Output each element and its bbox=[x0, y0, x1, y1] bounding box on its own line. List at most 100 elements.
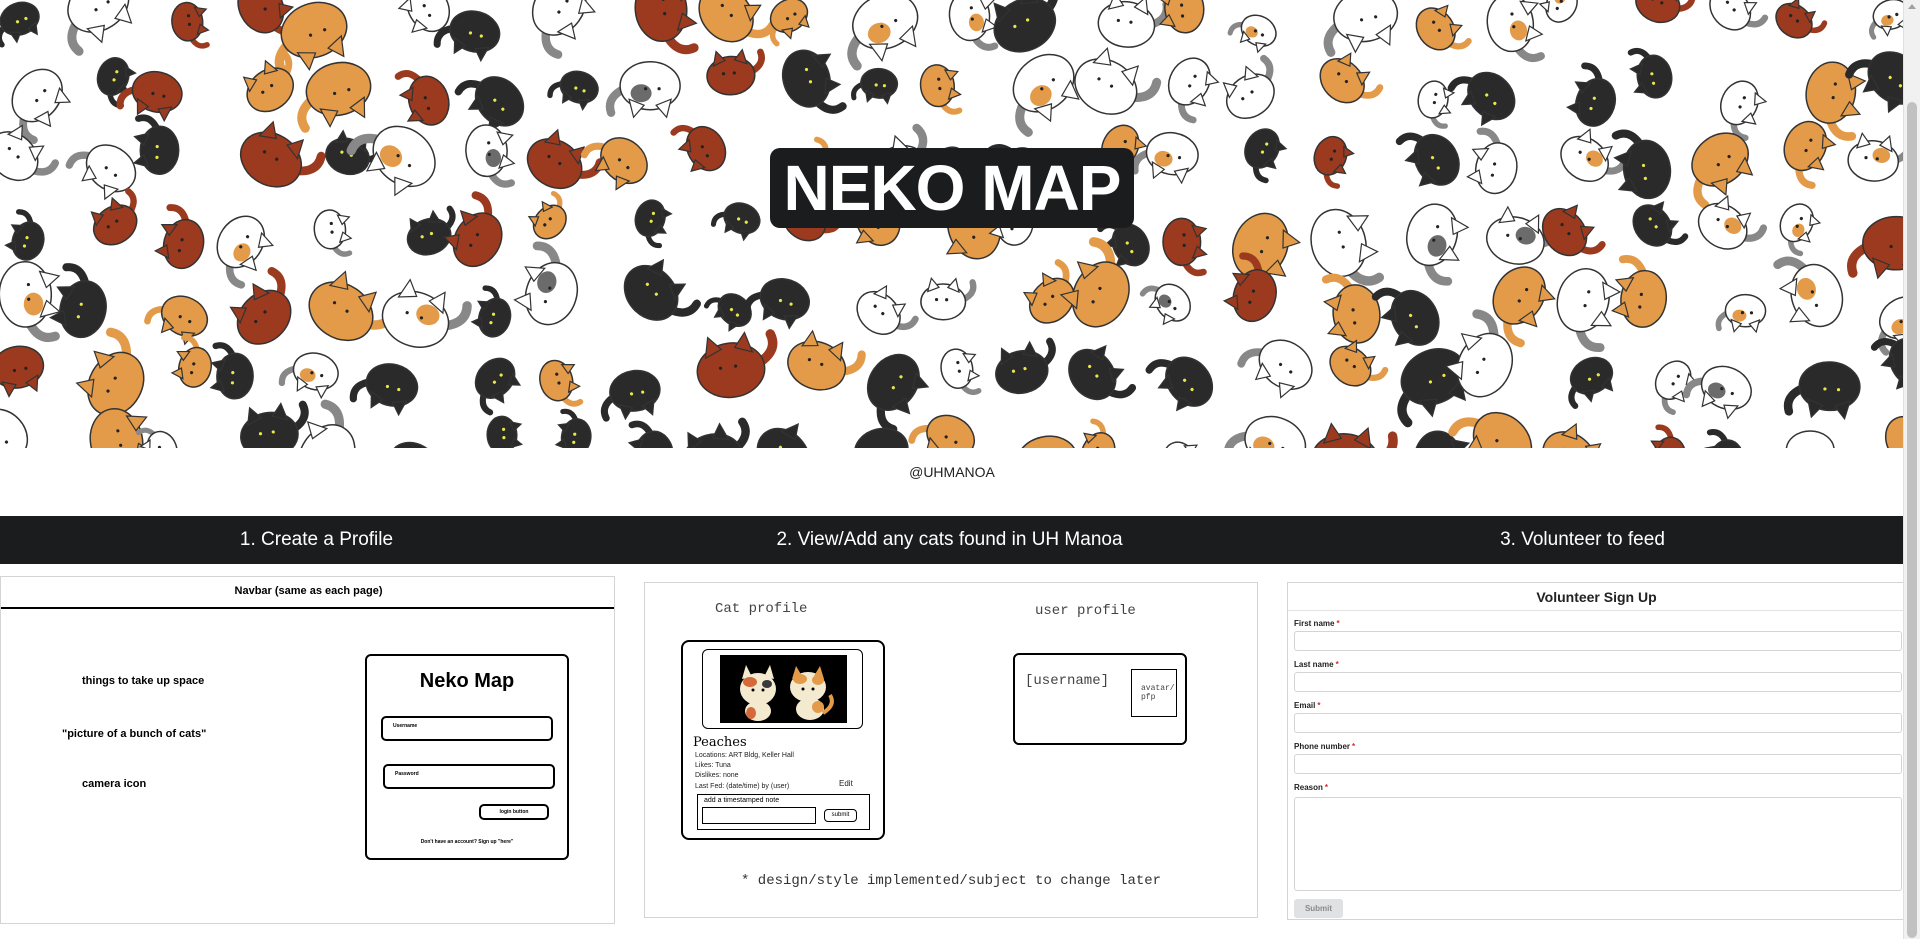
cat-doodle bbox=[948, 0, 999, 51]
cat-doodle bbox=[239, 120, 326, 188]
cat-doodle bbox=[1650, 424, 1687, 448]
cat-doodle bbox=[634, 199, 673, 249]
scroll-up-arrow-icon[interactable] bbox=[1908, 4, 1916, 9]
username-field-sketch: Username bbox=[381, 716, 553, 741]
cat-doodle bbox=[1413, 430, 1471, 448]
cat-doodle bbox=[1847, 131, 1904, 182]
cat-doodle bbox=[1323, 0, 1399, 57]
cat-doodle bbox=[908, 414, 975, 448]
navbar-label: Navbar (same as each page) bbox=[234, 585, 383, 597]
cat-doodle bbox=[1237, 339, 1313, 399]
cat-doodle bbox=[1227, 14, 1277, 54]
cat-doodle bbox=[1329, 339, 1389, 387]
cat-doodle bbox=[171, 1, 210, 49]
cat-doodle bbox=[526, 128, 604, 190]
cat-doodle bbox=[847, 0, 919, 71]
cat-doodle bbox=[1635, 0, 1696, 24]
cat-doodle bbox=[1783, 361, 1861, 421]
cat-doodle bbox=[474, 357, 522, 416]
cat-doodle bbox=[1627, 47, 1673, 99]
cat-doodle bbox=[710, 202, 761, 242]
cat-doodle bbox=[209, 342, 254, 400]
cat-doodle bbox=[1785, 430, 1835, 448]
cat-doodle bbox=[1167, 57, 1220, 124]
cat-doodle bbox=[756, 423, 811, 448]
cat-doodle bbox=[1162, 217, 1208, 277]
cat-doodle bbox=[11, 68, 72, 144]
cat-doodle bbox=[1773, 256, 1844, 328]
reason-textarea[interactable] bbox=[1294, 797, 1902, 891]
cat-doodle bbox=[527, 190, 567, 240]
cat-doodle bbox=[242, 49, 294, 113]
cat-doodle bbox=[1566, 62, 1617, 127]
cat-name: Peaches bbox=[693, 735, 747, 750]
last-name-input[interactable] bbox=[1294, 672, 1902, 692]
cat-doodle bbox=[706, 48, 765, 96]
cat-doodle bbox=[1097, 0, 1171, 48]
cat-doodle bbox=[993, 0, 1059, 53]
cat-doodle bbox=[670, 124, 727, 173]
login-title: Neko Map bbox=[419, 670, 515, 692]
hero-banner: NEKO MAP bbox=[0, 0, 1904, 448]
cat-doodle bbox=[1371, 287, 1440, 346]
cat-doodle bbox=[1074, 46, 1162, 115]
cat-doodle bbox=[153, 204, 205, 270]
cat-photo bbox=[720, 655, 847, 723]
cat-dislikes: Dislikes: none bbox=[695, 772, 739, 779]
first-name-input[interactable] bbox=[1294, 631, 1902, 651]
cat-doodle bbox=[850, 67, 899, 105]
cat-doodle bbox=[1222, 54, 1275, 120]
cat-doodle bbox=[470, 285, 512, 338]
user-card-sketch: [username] avatar/ pfp bbox=[1013, 653, 1187, 745]
cat-doodle bbox=[1568, 356, 1614, 410]
volunteer-signup-form: Volunteer Sign Up First name * Last name *… bbox=[1287, 582, 1904, 920]
cat-doodle bbox=[1145, 356, 1214, 412]
phone-input[interactable] bbox=[1294, 754, 1902, 774]
step-volunteer: 3. Volunteer to feed bbox=[1500, 529, 1665, 550]
cat-doodle bbox=[465, 124, 516, 188]
avatar-placeholder: avatar/ pfp bbox=[1131, 669, 1177, 717]
cat-doodle bbox=[406, 205, 456, 256]
cat-doodle bbox=[394, 70, 450, 126]
page-scrollbar[interactable] bbox=[1903, 0, 1920, 939]
cat-doodle bbox=[1448, 411, 1533, 448]
password-field-sketch: Password bbox=[383, 764, 555, 789]
cat-photo-frame bbox=[702, 649, 863, 729]
cat-doodle bbox=[627, 420, 674, 448]
cat-doodle bbox=[67, 0, 133, 56]
cat-doodle bbox=[1162, 441, 1199, 448]
cat-doodle bbox=[781, 49, 847, 114]
scrollbar-thumb[interactable] bbox=[1907, 102, 1917, 938]
cat-doodle bbox=[920, 276, 977, 321]
cat-doodle bbox=[1395, 132, 1460, 187]
cat-doodle bbox=[1311, 422, 1398, 448]
cat-doodle bbox=[1466, 127, 1518, 195]
cat-doodle bbox=[381, 278, 472, 348]
hint-text: things to take up space bbox=[82, 675, 205, 687]
cat-doodle bbox=[389, 441, 439, 448]
cat-doodle bbox=[1719, 80, 1768, 141]
steps-bar: 1. Create a Profile 2. View/Add any cats… bbox=[0, 516, 1904, 564]
cat-doodle bbox=[397, 0, 451, 34]
cat-doodle bbox=[1068, 344, 1137, 401]
cat-doodle bbox=[486, 415, 524, 448]
cat-last-fed: Last Fed: (date/time) by (user) bbox=[695, 783, 790, 790]
cat-doodle bbox=[531, 0, 597, 59]
cat-doodle bbox=[1779, 203, 1822, 257]
design-footnote: * design/style implemented/subject to ch… bbox=[741, 873, 1162, 889]
cat-doodle bbox=[547, 70, 599, 111]
login-button-sketch: login button bbox=[479, 804, 549, 820]
cat-doodle bbox=[1682, 365, 1752, 420]
cat-doodle bbox=[132, 114, 180, 175]
cat-doodle bbox=[1406, 203, 1470, 286]
hint-text: "picture of a bunch of cats" bbox=[62, 728, 207, 740]
cat-doodle bbox=[580, 137, 648, 191]
cat-profile-mockup-image: Cat profile user profile Peaches Locatio… bbox=[644, 582, 1258, 918]
last-name-label: Last name * bbox=[1294, 660, 1339, 669]
submit-button[interactable]: Submit bbox=[1294, 899, 1343, 918]
cat-doodle bbox=[787, 329, 866, 391]
phone-label: Phone number * bbox=[1294, 742, 1356, 751]
email-input[interactable] bbox=[1294, 713, 1902, 733]
note-box-sketch: add a timestamped note submit bbox=[697, 794, 870, 830]
hint-text: camera icon bbox=[82, 778, 147, 790]
